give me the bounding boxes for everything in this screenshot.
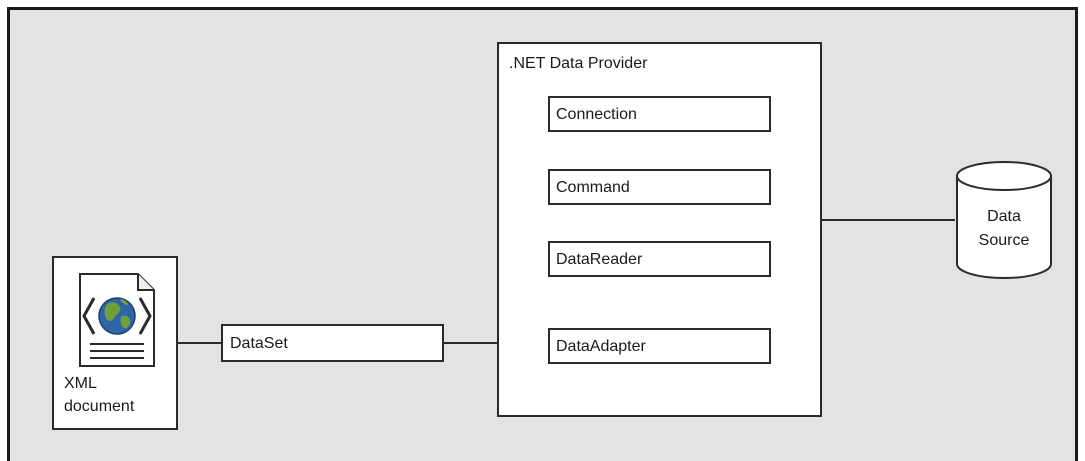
- command-label: Command: [556, 179, 630, 196]
- command-box: Command: [548, 169, 771, 205]
- net-data-provider-box: .NET Data Provider Connection Command Da…: [497, 42, 822, 417]
- dataadapter-label: DataAdapter: [556, 338, 646, 355]
- connection-box: Connection: [548, 96, 771, 132]
- data-source-cylinder: Data Source: [955, 160, 1053, 280]
- xml-label-line2: document: [64, 398, 135, 415]
- data-source-line1: Data: [987, 208, 1021, 225]
- provider-title: .NET Data Provider: [509, 55, 648, 72]
- connection-label: Connection: [556, 106, 637, 123]
- dataset-box: DataSet: [221, 324, 444, 362]
- datareader-label: DataReader: [556, 251, 643, 268]
- xml-label-line1: XML: [64, 375, 97, 392]
- dataadapter-box: DataAdapter: [548, 328, 771, 364]
- data-source-line2: Source: [978, 232, 1030, 249]
- data-source-label: Data Source: [955, 205, 1053, 253]
- xml-document-icon: [79, 273, 155, 367]
- datareader-box: DataReader: [548, 241, 771, 277]
- xml-document-label: XML document: [64, 372, 134, 418]
- dataset-label: DataSet: [230, 335, 288, 352]
- xml-document-box: XML document: [52, 256, 178, 430]
